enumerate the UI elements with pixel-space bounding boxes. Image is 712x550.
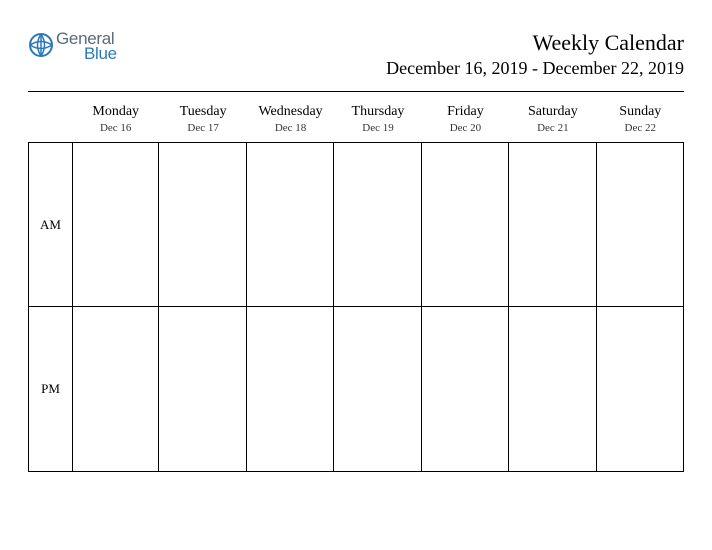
divider <box>28 91 684 92</box>
cell-pm-sunday <box>597 307 684 472</box>
logo-text: General Blue <box>56 30 117 62</box>
day-header-saturday: Saturday Dec 21 <box>509 100 596 142</box>
corner-empty <box>28 100 72 142</box>
day-header-thursday: Thursday Dec 19 <box>334 100 421 142</box>
day-header-sunday: Sunday Dec 22 <box>597 100 684 142</box>
cell-am-tuesday <box>159 142 246 307</box>
day-date: Dec 20 <box>422 122 509 134</box>
day-date: Dec 21 <box>509 122 596 134</box>
date-range: December 16, 2019 - December 22, 2019 <box>386 58 684 79</box>
day-name: Thursday <box>334 104 421 120</box>
day-header-monday: Monday Dec 16 <box>72 100 159 142</box>
cell-pm-thursday <box>334 307 421 472</box>
day-date: Dec 18 <box>247 122 334 134</box>
cell-pm-saturday <box>509 307 596 472</box>
calendar-grid: Monday Dec 16 Tuesday Dec 17 Wednesday D… <box>28 100 684 472</box>
day-date: Dec 22 <box>597 122 684 134</box>
cell-am-saturday <box>509 142 596 307</box>
title-block: Weekly Calendar December 16, 2019 - Dece… <box>386 30 684 79</box>
row-label-am: AM <box>28 142 72 307</box>
day-name: Wednesday <box>247 104 334 120</box>
day-name: Saturday <box>509 104 596 120</box>
cell-pm-wednesday <box>247 307 334 472</box>
day-name: Sunday <box>597 104 684 120</box>
day-date: Dec 17 <box>159 122 246 134</box>
page-title: Weekly Calendar <box>386 30 684 56</box>
cell-pm-friday <box>422 307 509 472</box>
day-header-friday: Friday Dec 20 <box>422 100 509 142</box>
cell-pm-monday <box>72 307 159 472</box>
cell-pm-tuesday <box>159 307 246 472</box>
cell-am-sunday <box>597 142 684 307</box>
day-header-wednesday: Wednesday Dec 18 <box>247 100 334 142</box>
day-date: Dec 16 <box>72 122 159 134</box>
day-date: Dec 19 <box>334 122 421 134</box>
cell-am-monday <box>72 142 159 307</box>
cell-am-thursday <box>334 142 421 307</box>
globe-icon <box>28 32 54 58</box>
logo-text-blue: Blue <box>84 45 117 62</box>
header: General Blue Weekly Calendar December 16… <box>28 30 684 79</box>
day-name: Monday <box>72 104 159 120</box>
row-label-pm: PM <box>28 307 72 472</box>
cell-am-friday <box>422 142 509 307</box>
day-name: Friday <box>422 104 509 120</box>
cell-am-wednesday <box>247 142 334 307</box>
day-name: Tuesday <box>159 104 246 120</box>
logo: General Blue <box>28 30 117 62</box>
day-header-tuesday: Tuesday Dec 17 <box>159 100 246 142</box>
